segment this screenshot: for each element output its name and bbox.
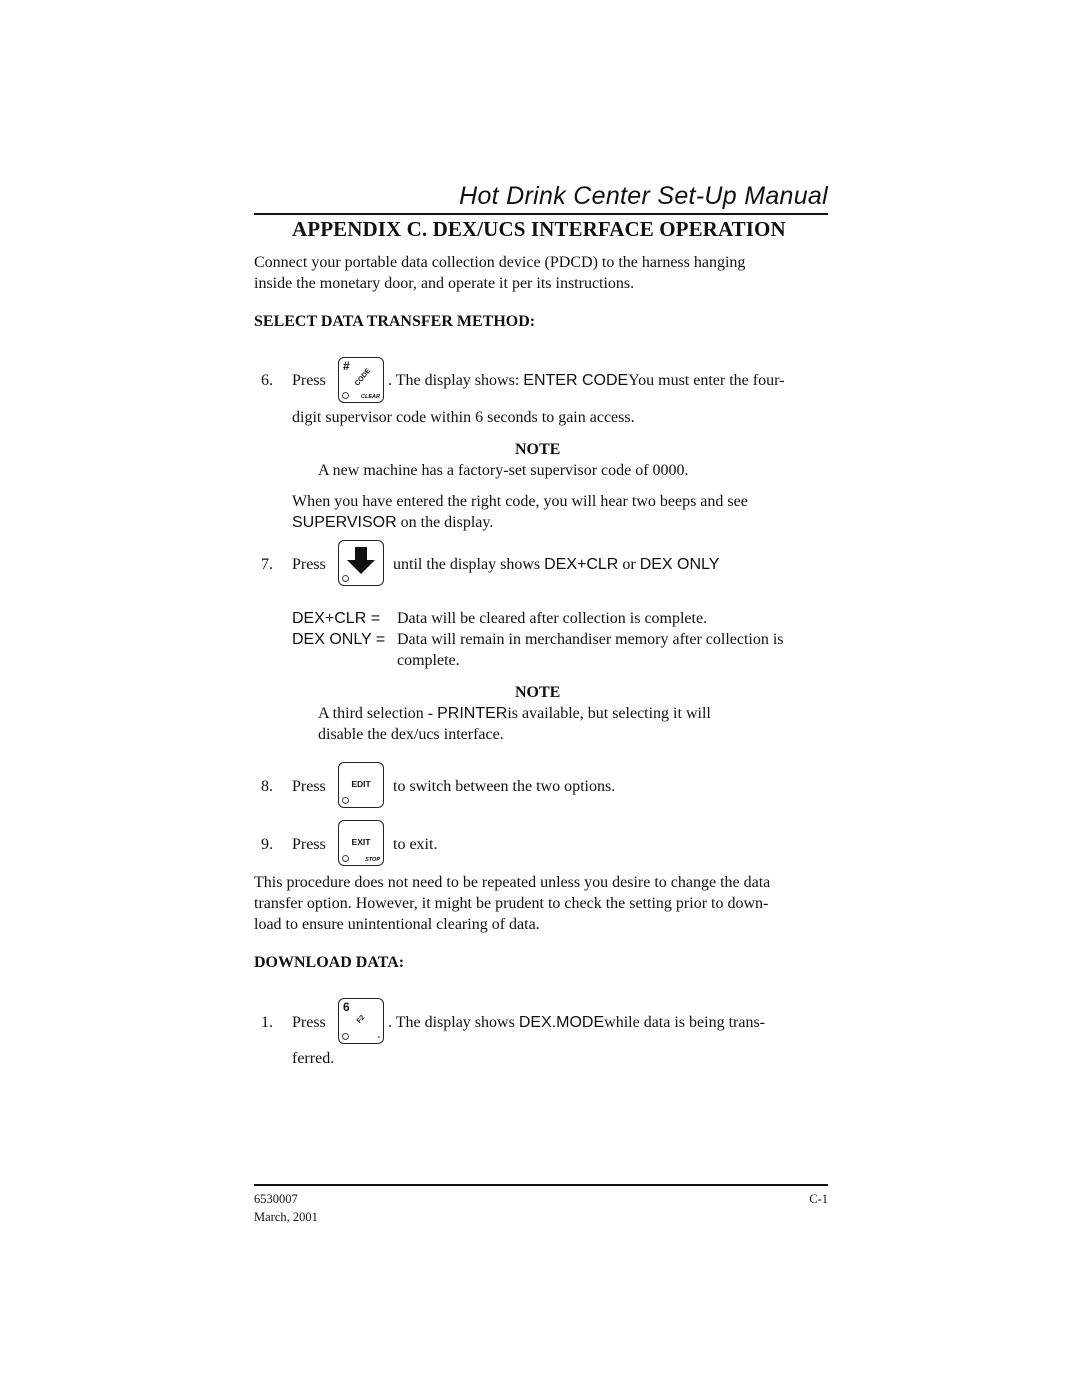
section-heading-select-method: SELECT DATA TRANSFER METHOD: [254, 313, 536, 330]
footer-rule [254, 1184, 828, 1186]
display-dex-only: DEX ONLY [639, 556, 720, 573]
key-led-icon [342, 392, 349, 399]
key-corner-label: - [377, 1032, 380, 1041]
footer-doc-number: 6530007 [254, 1192, 298, 1206]
note-2-line-2: disable the dex/ucs interface. [318, 726, 504, 743]
definition-desc-dex-only: Data will remain in merchandiser memory … [397, 631, 784, 648]
exit-stop-key-icon: EXIT STOP [338, 820, 384, 866]
header-rule [254, 213, 828, 215]
step-9-press: Press [292, 836, 326, 853]
definition-term-dex-only: DEX ONLY = [292, 631, 386, 648]
definition-term-dex-clr: DEX+CLR = [292, 610, 381, 627]
after-code-line-1: When you have entered the right code, yo… [292, 493, 748, 510]
step-6-line-2: digit supervisor code within 6 seconds t… [292, 409, 635, 426]
definition-desc-dex-clr: Data will be cleared after collection is… [397, 610, 708, 627]
key-top-char: 6 [343, 1000, 350, 1014]
key-diag-label: CODE [353, 367, 373, 388]
download-step-1-line-2: ferred. [292, 1050, 335, 1067]
key-corner-label: STOP [365, 857, 380, 863]
display-enter-code: ENTER CODE [523, 372, 629, 389]
step-6-number: 6. [261, 372, 273, 389]
key-led-icon [342, 855, 349, 862]
footer-page-number: C-1 [809, 1192, 828, 1206]
note-1-heading: NOTE [515, 441, 561, 458]
key-top-char: # [343, 359, 350, 373]
closing-line-2: transfer option. However, it might be pr… [254, 895, 769, 912]
step-8-text: to switch between the two options. [393, 778, 616, 795]
note-2-heading: NOTE [515, 684, 561, 701]
key-label: EXIT [351, 837, 371, 847]
after-code-line-2: on the display. [400, 514, 494, 531]
step-7-number: 7. [261, 556, 273, 573]
display-dex-mode: DEX.MODE [518, 1014, 605, 1031]
key-led-icon [342, 797, 349, 804]
note-2-text-a: A third selection - [318, 705, 438, 722]
footer-date: March, 2001 [254, 1210, 318, 1224]
step-8-press: Press [292, 778, 326, 795]
step-9-number: 9. [261, 836, 273, 853]
display-supervisor: SUPERVISOR [292, 514, 397, 531]
download-step-1-number: 1. [261, 1014, 273, 1031]
key-label: EDIT [351, 779, 371, 789]
section-heading-download: DOWNLOAD DATA: [254, 954, 405, 971]
download-step-1-text-b: while data is being trans- [604, 1014, 765, 1031]
key-corner-label: CLEAR [361, 394, 380, 400]
definition-desc-dex-only-2: complete. [397, 652, 460, 669]
intro-line-1: Connect your portable data collection de… [254, 254, 746, 271]
key-led-icon [342, 575, 349, 582]
note-2-text-b: is available, but selecting it will [507, 705, 711, 722]
closing-line-3: load to ensure unintentional clearing of… [254, 916, 540, 933]
step-6-text-b: You must enter the four- [628, 372, 785, 389]
key-diag-label: F2 [355, 1014, 367, 1025]
six-f2-key-icon: 6 F2 - [338, 998, 384, 1044]
step-7-text-or: or [618, 556, 640, 573]
key-led-icon [342, 1033, 349, 1040]
manual-title: Hot Drink Center Set-Up Manual [459, 182, 828, 210]
step-7-press: Press [292, 556, 326, 573]
display-dex-clr: DEX+CLR [544, 556, 619, 573]
step-6-press: Press [292, 372, 326, 389]
step-7-text-a: until the display shows [393, 556, 545, 573]
code-clear-key-icon: # CODE CLEAR [338, 357, 384, 403]
note-1-text: A new machine has a factory-set supervis… [318, 462, 689, 479]
display-printer: PRINTER [437, 705, 508, 722]
down-arrow-key-icon [338, 540, 384, 586]
closing-line-1: This procedure does not need to be repea… [254, 874, 771, 891]
step-9-text: to exit. [393, 836, 438, 853]
step-8-number: 8. [261, 778, 273, 795]
edit-key-icon: EDIT [338, 762, 384, 808]
appendix-title: APPENDIX C. DEX/UCS INTERFACE OPERATION [292, 217, 786, 241]
download-step-1-press: Press [292, 1014, 326, 1031]
intro-line-2: inside the monetary door, and operate it… [254, 275, 635, 292]
download-step-1-text-a: . The display shows [388, 1014, 519, 1031]
step-6-text-a: . The display shows: [388, 372, 524, 389]
